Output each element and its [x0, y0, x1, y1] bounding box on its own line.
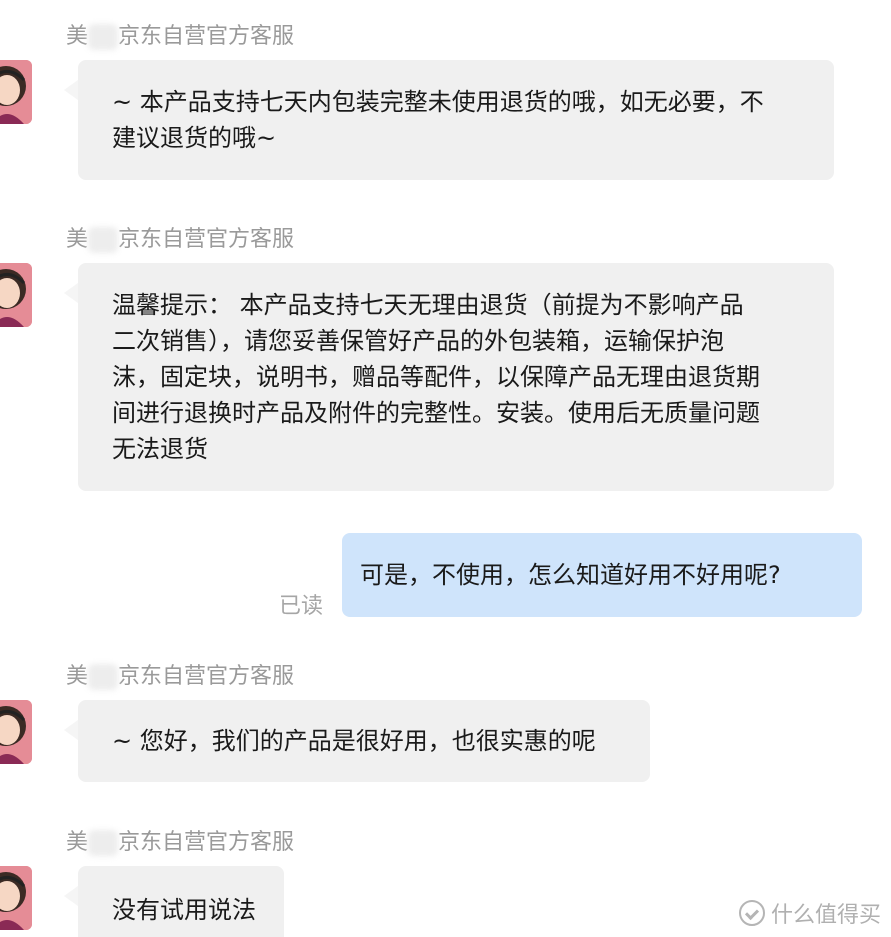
agent-avatar-icon: [0, 263, 32, 327]
agent-avatar-icon: [0, 700, 32, 764]
blurred-text: [88, 664, 119, 690]
sender-name: 美京东自营官方客服: [66, 830, 295, 856]
avatar[interactable]: [0, 866, 32, 930]
message-bubble[interactable]: 温馨提示： 本产品支持七天无理由退货（前提为不影响产品 二次销售），请您妥善保管…: [78, 263, 834, 491]
read-status: 已读: [279, 594, 324, 619]
bubble-tail: [64, 283, 78, 303]
bubble-tail: [64, 886, 78, 906]
blurred-text: [88, 830, 119, 856]
agent-avatar-icon: [0, 60, 32, 124]
bubble-tail: [64, 720, 78, 740]
blurred-text: [88, 227, 119, 253]
sender-name: 美京东自营官方客服: [66, 227, 295, 253]
message-bubble[interactable]: ~ 您好，我们的产品是很好用，也很实惠的呢: [78, 700, 650, 782]
bubble-tail: [64, 80, 78, 100]
agent-avatar-icon: [0, 866, 32, 930]
message-bubble[interactable]: 没有试用说法: [78, 866, 284, 937]
blurred-text: [88, 24, 119, 50]
sender-name: 美京东自营官方客服: [66, 24, 295, 50]
message-bubble[interactable]: ~ 本产品支持七天内包装完整未使用退货的哦，如无必要，不 建议退货的哦~: [78, 60, 834, 180]
watermark: 什么值得买: [738, 897, 881, 929]
sender-name: 美京东自营官方客服: [66, 664, 295, 690]
smzdm-logo-icon: [738, 900, 765, 926]
avatar[interactable]: [0, 60, 32, 124]
avatar[interactable]: [0, 700, 32, 764]
avatar[interactable]: [0, 263, 32, 327]
my-message-bubble[interactable]: 可是，不使用，怎么知道好用不好用呢?: [342, 533, 862, 617]
